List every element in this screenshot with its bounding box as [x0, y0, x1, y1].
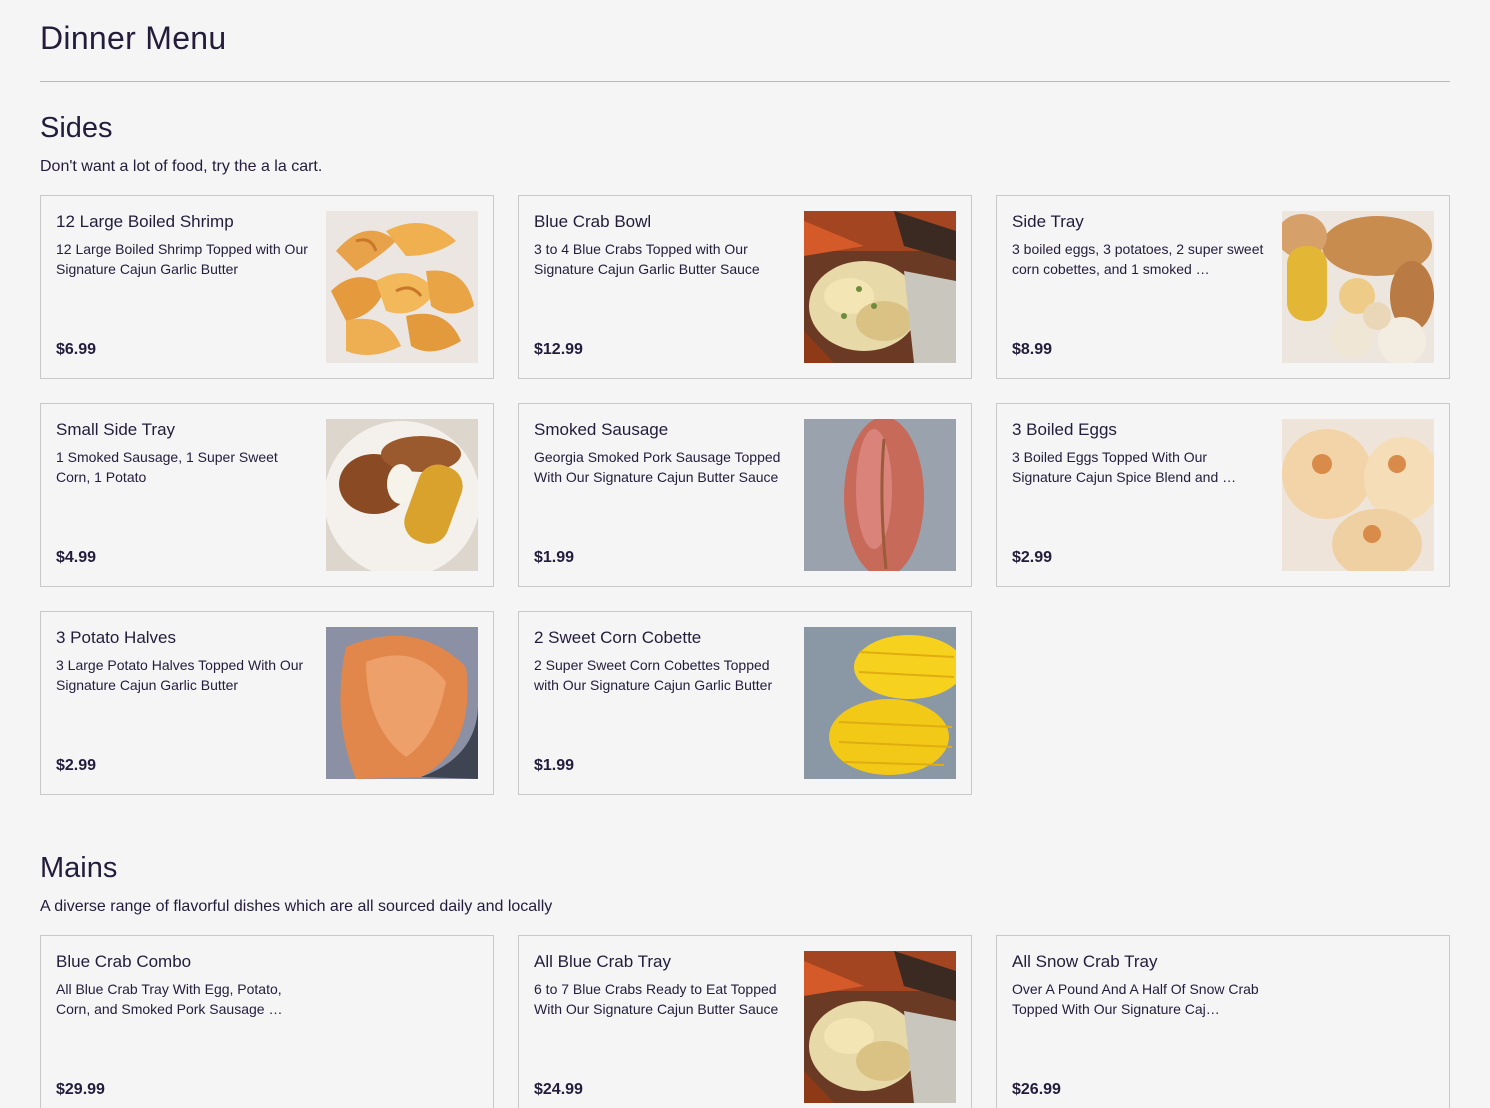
item-price: $24.99 [534, 1081, 583, 1098]
section-title: Sides [40, 112, 113, 144]
crab-image [804, 951, 956, 1103]
item-name: All Snow Crab Tray [1012, 952, 1158, 971]
page-title: Dinner Menu [40, 0, 1450, 82]
item-price: $12.99 [534, 341, 583, 358]
section-title: Mains [40, 852, 118, 884]
menu-item-card[interactable]: All Blue Crab Tray 6 to 7 Blue Crabs Rea… [518, 935, 972, 1108]
item-name: Blue Crab Combo [56, 952, 192, 971]
mains-grid: Blue Crab Combo All Blue Crab Tray With … [40, 935, 1450, 1108]
item-name: 2 Sweet Corn Cobette [534, 628, 702, 647]
item-price: $4.99 [56, 549, 97, 566]
item-name: All Blue Crab Tray [534, 952, 671, 971]
menu-page: Dinner Menu Sides Don't want a lot of fo… [0, 0, 1490, 1108]
menu-item-card[interactable]: 2 Sweet Corn Cobette 2 Super Sweet Corn … [518, 611, 972, 795]
sausage-image [804, 419, 956, 571]
item-name: Side Tray [1012, 212, 1084, 231]
item-description: 12 Large Boiled Shrimp Topped with Our S… [56, 241, 308, 277]
item-price: $2.99 [1012, 549, 1053, 566]
item-description: 6 to 7 Blue Crabs Ready to Eat Topped Wi… [534, 981, 779, 1017]
item-description: 2 Super Sweet Corn Cobettes Topped with … [534, 657, 773, 693]
sides-section: Sides Don't want a lot of food, try the … [40, 111, 1450, 795]
item-name: Smoked Sausage [534, 420, 669, 439]
section-description: A diverse range of flavorful dishes whic… [40, 898, 553, 915]
side-tray-image [1282, 211, 1434, 363]
eggs-image [1282, 419, 1434, 571]
item-description: 3 Boiled Eggs Topped With Our Signature … [1012, 449, 1237, 485]
crab-image [804, 211, 956, 363]
shrimp-image [326, 211, 478, 363]
item-name: Blue Crab Bowl [534, 212, 652, 231]
menu-item-card[interactable]: All Snow Crab Tray Over A Pound And A Ha… [996, 935, 1450, 1108]
item-description: 1 Smoked Sausage, 1 Super Sweet Corn, 1 … [56, 449, 278, 485]
item-description: Over A Pound And A Half Of Snow Crab Top… [1012, 981, 1259, 1017]
item-price: $29.99 [56, 1081, 105, 1098]
potato-image [326, 627, 478, 779]
menu-item-card[interactable]: 3 Boiled Eggs 3 Boiled Eggs Topped With … [996, 403, 1450, 587]
menu-item-card[interactable]: 3 Potato Halves 3 Large Potato Halves To… [40, 611, 494, 795]
item-name: Small Side Tray [56, 420, 176, 439]
menu-item-card[interactable]: 12 Large Boiled Shrimp 12 Large Boiled S… [40, 195, 494, 379]
item-description: Georgia Smoked Pork Sausage Topped With … [534, 449, 781, 485]
menu-item-card[interactable]: Smoked Sausage Georgia Smoked Pork Sausa… [518, 403, 972, 587]
item-name: 3 Boiled Eggs [1012, 420, 1117, 439]
corn-image [804, 627, 956, 779]
small-side-tray-image [326, 419, 478, 571]
item-description: 3 Large Potato Halves Topped With Our Si… [56, 657, 304, 693]
item-name: 3 Potato Halves [56, 628, 177, 647]
mains-section: Mains A diverse range of flavorful dishe… [40, 851, 1450, 1108]
item-price: $1.99 [534, 757, 575, 774]
item-price: $8.99 [1012, 341, 1053, 358]
menu-item-card[interactable]: Blue Crab Bowl 3 to 4 Blue Crabs Topped … [518, 195, 972, 379]
menu-item-card[interactable]: Blue Crab Combo All Blue Crab Tray With … [40, 935, 494, 1108]
item-price: $26.99 [1012, 1081, 1061, 1098]
item-description: 3 to 4 Blue Crabs Topped with Our Signat… [534, 241, 760, 277]
menu-item-card[interactable]: Side Tray 3 boiled eggs, 3 potatoes, 2 s… [996, 195, 1450, 379]
item-name: 12 Large Boiled Shrimp [56, 212, 234, 231]
menu-item-card[interactable]: Small Side Tray 1 Smoked Sausage, 1 Supe… [40, 403, 494, 587]
section-description: Don't want a lot of food, try the a la c… [40, 158, 323, 175]
sides-grid: 12 Large Boiled Shrimp 12 Large Boiled S… [40, 195, 1450, 795]
item-price: $1.99 [534, 549, 575, 566]
item-description: All Blue Crab Tray With Egg, Potato, Cor… [56, 981, 283, 1017]
item-price: $2.99 [56, 757, 97, 774]
item-price: $6.99 [56, 341, 97, 358]
item-description: 3 boiled eggs, 3 potatoes, 2 super sweet… [1012, 241, 1264, 277]
